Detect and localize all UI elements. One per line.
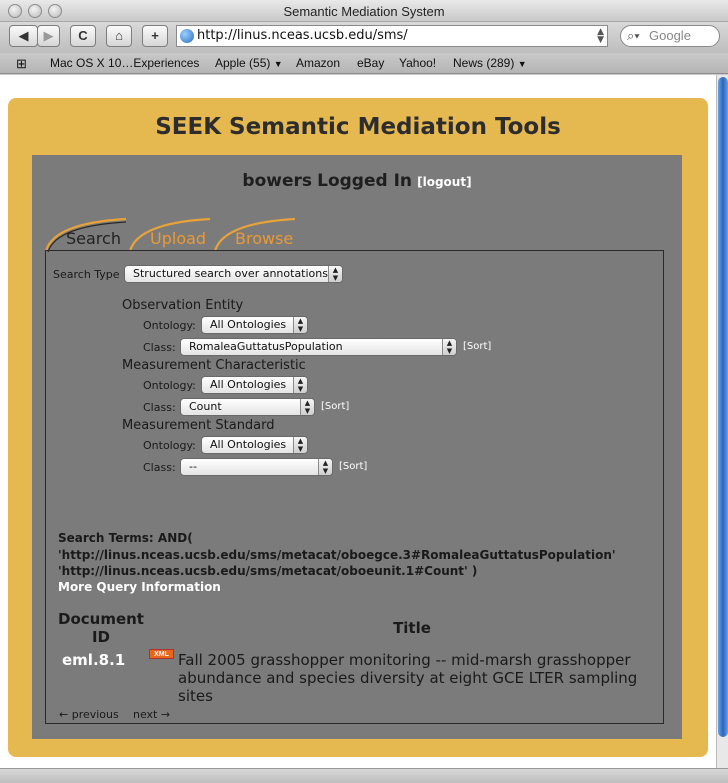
scrollbar-thumb[interactable]	[718, 77, 728, 737]
observation-sort-link[interactable]: [Sort]	[463, 341, 491, 352]
search-terms-line: 'http://linus.nceas.ucsb.edu/sms/metacat…	[58, 547, 616, 562]
ontology-value: All Ontologies	[210, 378, 287, 391]
logout-link[interactable]: [logout]	[417, 175, 471, 189]
column-header-docid: Document ID	[58, 610, 144, 646]
result-title: Fall 2005 grasshopper monitoring -- mid-…	[178, 651, 638, 705]
page-viewport: SEEK Semantic Mediation Tools bowers Log…	[0, 75, 716, 768]
tab-browse[interactable]: Browse	[213, 217, 303, 253]
search-icon: ⌕▾	[627, 28, 640, 43]
class-value: RomaleaGuttatusPopulation	[189, 340, 343, 353]
vertical-scrollbar[interactable]	[716, 75, 728, 768]
column-header-title: Title	[393, 619, 431, 637]
more-query-info-link[interactable]: More Query Information	[58, 580, 221, 594]
chevron-down-icon: ▼	[273, 59, 283, 69]
window-titlebar: Semantic Mediation System	[0, 0, 728, 22]
search-terms-line: Search Terms: AND(	[58, 531, 193, 545]
web-search-field[interactable]: ⌕▾ Google	[620, 25, 720, 47]
tab-upload[interactable]: Upload	[128, 217, 218, 253]
bookmark-item[interactable]: eBay	[357, 56, 384, 70]
back-button[interactable]: ◀	[9, 25, 38, 47]
reload-icon: C	[78, 28, 88, 43]
bookmark-item[interactable]: Amazon	[296, 56, 340, 70]
select-arrows-icon: ▲ ▼	[293, 317, 307, 333]
window-bottom-bar	[0, 768, 728, 783]
observation-class-select[interactable]: RomaleaGuttatusPopulation ▲ ▼	[180, 338, 457, 356]
bookmarks-book-icon[interactable]: ⊞	[16, 56, 27, 72]
search-terms: Search Terms: AND( 'http://linus.nceas.u…	[58, 530, 616, 580]
class-label: Class:	[143, 401, 176, 414]
class-label: Class:	[143, 341, 176, 354]
select-arrows-icon: ▲ ▼	[318, 459, 332, 475]
tab-upload-label: Upload	[150, 229, 207, 248]
standard-class-select[interactable]: -- ▲ ▼	[180, 458, 333, 476]
ontology-label: Ontology:	[143, 379, 196, 392]
select-arrows-icon: ▲ ▼	[328, 266, 342, 282]
search-type-label: Search Type	[53, 268, 120, 281]
observation-ontology-select[interactable]: All Ontologies ▲ ▼	[201, 316, 308, 334]
home-icon: ⌂	[115, 28, 123, 43]
tab-search[interactable]: Search	[44, 217, 130, 253]
reload-button[interactable]: C	[70, 25, 96, 47]
home-button[interactable]: ⌂	[106, 25, 132, 47]
bookmark-label: Apple (55)	[215, 56, 271, 70]
page-container: SEEK Semantic Mediation Tools bowers Log…	[8, 98, 708, 757]
ontology-value: All Ontologies	[210, 438, 287, 451]
ontology-value: All Ontologies	[210, 318, 287, 331]
characteristic-ontology-select[interactable]: All Ontologies ▲ ▼	[201, 376, 308, 394]
standard-ontology-select[interactable]: All Ontologies ▲ ▼	[201, 436, 308, 454]
bookmark-item[interactable]: Yahoo!	[399, 56, 436, 70]
ontology-label: Ontology:	[143, 439, 196, 452]
address-history-arrows-icon[interactable]: ▲ ▼	[597, 28, 604, 45]
tab-search-label: Search	[66, 229, 121, 248]
bookmarks-bar: ⊞ Mac OS X 10…Experiences Apple (55) ▼ A…	[0, 53, 728, 74]
class-label: Class:	[143, 461, 176, 474]
plus-icon: +	[151, 28, 159, 43]
address-url: http://linus.nceas.ucsb.edu/sms/	[197, 28, 408, 43]
next-page-link[interactable]: next →	[133, 708, 170, 721]
main-panel: bowers Logged In [logout] Search Upload …	[32, 155, 682, 739]
add-bookmark-button[interactable]: +	[142, 25, 168, 47]
bookmark-item[interactable]: Mac OS X 10…Experiences	[50, 56, 199, 70]
characteristic-class-select[interactable]: Count ▲ ▼	[180, 398, 315, 416]
back-icon: ◀	[18, 28, 29, 43]
class-value: --	[189, 460, 197, 473]
window-title: Semantic Mediation System	[283, 4, 445, 19]
section-title: Measurement Standard	[122, 418, 275, 433]
address-bar[interactable]: http://linus.nceas.ucsb.edu/sms/ ▲ ▼	[176, 25, 608, 47]
select-arrows-icon: ▲ ▼	[293, 377, 307, 393]
select-arrows-icon: ▲ ▼	[300, 399, 314, 415]
search-type-select[interactable]: Structured search over annotations ▲ ▼	[124, 265, 343, 283]
section-title: Observation Entity	[122, 298, 244, 313]
login-state: Logged In	[317, 171, 413, 191]
select-arrows-icon: ▲ ▼	[293, 437, 307, 453]
browser-toolbar: ◀ ▶ C ⌂ + http://linus.nceas.ucsb.edu/sm…	[0, 22, 728, 53]
web-search-placeholder: Google	[649, 28, 691, 43]
bookmark-label: News (289)	[453, 56, 515, 70]
search-terms-line: 'http://linus.nceas.ucsb.edu/sms/metacat…	[58, 564, 478, 578]
bookmark-item[interactable]: News (289) ▼	[453, 56, 527, 70]
globe-icon	[180, 29, 194, 43]
bookmark-item[interactable]: Apple (55) ▼	[215, 56, 283, 70]
login-status: bowers Logged In [logout]	[32, 171, 682, 191]
standard-sort-link[interactable]: [Sort]	[339, 461, 367, 472]
forward-icon: ▶	[43, 28, 54, 43]
characteristic-sort-link[interactable]: [Sort]	[321, 401, 349, 412]
select-arrows-icon: ▲ ▼	[442, 339, 456, 355]
previous-page-link[interactable]: ← previous	[59, 708, 119, 721]
ontology-label: Ontology:	[143, 319, 196, 332]
xml-badge-icon[interactable]: XML	[149, 649, 174, 659]
forward-button[interactable]: ▶	[37, 25, 60, 47]
section-title: Measurement Characteristic	[122, 358, 306, 373]
page-title: SEEK Semantic Mediation Tools	[155, 114, 561, 140]
username: bowers	[242, 171, 313, 191]
search-type-value: Structured search over annotations	[133, 267, 328, 280]
tab-browse-label: Browse	[235, 229, 294, 248]
chevron-down-icon: ▼	[517, 59, 527, 69]
result-docid-link[interactable]: eml.8.1	[62, 651, 125, 669]
class-value: Count	[189, 400, 222, 413]
